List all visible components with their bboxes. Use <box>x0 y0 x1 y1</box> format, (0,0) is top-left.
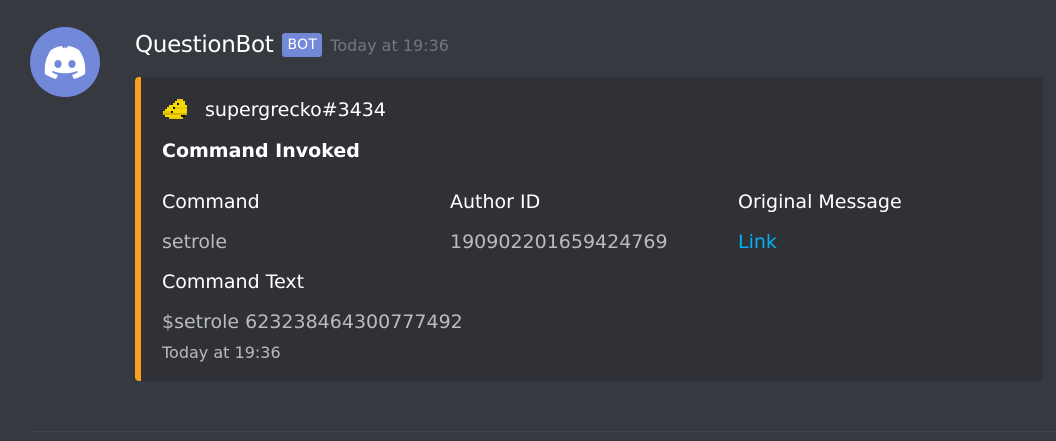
field-name: Author ID <box>450 191 541 213</box>
pixel-avatar-icon <box>163 98 191 122</box>
rich-embed: supergrecko#3434 Command Invoked Command… <box>135 77 1043 381</box>
embed-author-name[interactable]: supergrecko#3434 <box>205 99 386 121</box>
message-timestamp[interactable]: Today at 19:36 <box>330 36 449 55</box>
embed-field-command: Command setrole <box>162 189 260 255</box>
chat-message: QuestionBot BOT Today at 19:36 supergrec… <box>0 0 1056 441</box>
field-name: Command Text <box>162 271 305 293</box>
embed-footer-timestamp: Today at 19:36 <box>162 343 281 362</box>
bot-avatar[interactable] <box>30 27 100 97</box>
message-divider <box>30 431 1056 432</box>
embed-field-original-message: Original Message Link <box>738 189 902 255</box>
bot-username[interactable]: QuestionBot <box>135 32 274 58</box>
embed-title: Command Invoked <box>162 140 360 162</box>
embed-field-command-text: Command Text $setrole 623238464300777492 <box>162 269 463 335</box>
field-name: Original Message <box>738 191 902 213</box>
embed-field-author-id: Author ID 190902201659424769 <box>450 189 668 255</box>
original-message-link[interactable]: Link <box>738 229 902 255</box>
embed-author: supergrecko#3434 <box>163 95 386 125</box>
field-name: Command <box>162 191 260 213</box>
message-header: QuestionBot BOT Today at 19:36 <box>135 28 449 62</box>
field-value: $setrole 623238464300777492 <box>162 311 463 333</box>
field-value: 190902201659424769 <box>450 231 668 253</box>
bot-badge: BOT <box>282 33 323 57</box>
field-value: setrole <box>162 231 228 253</box>
discord-logo-icon <box>44 46 86 79</box>
